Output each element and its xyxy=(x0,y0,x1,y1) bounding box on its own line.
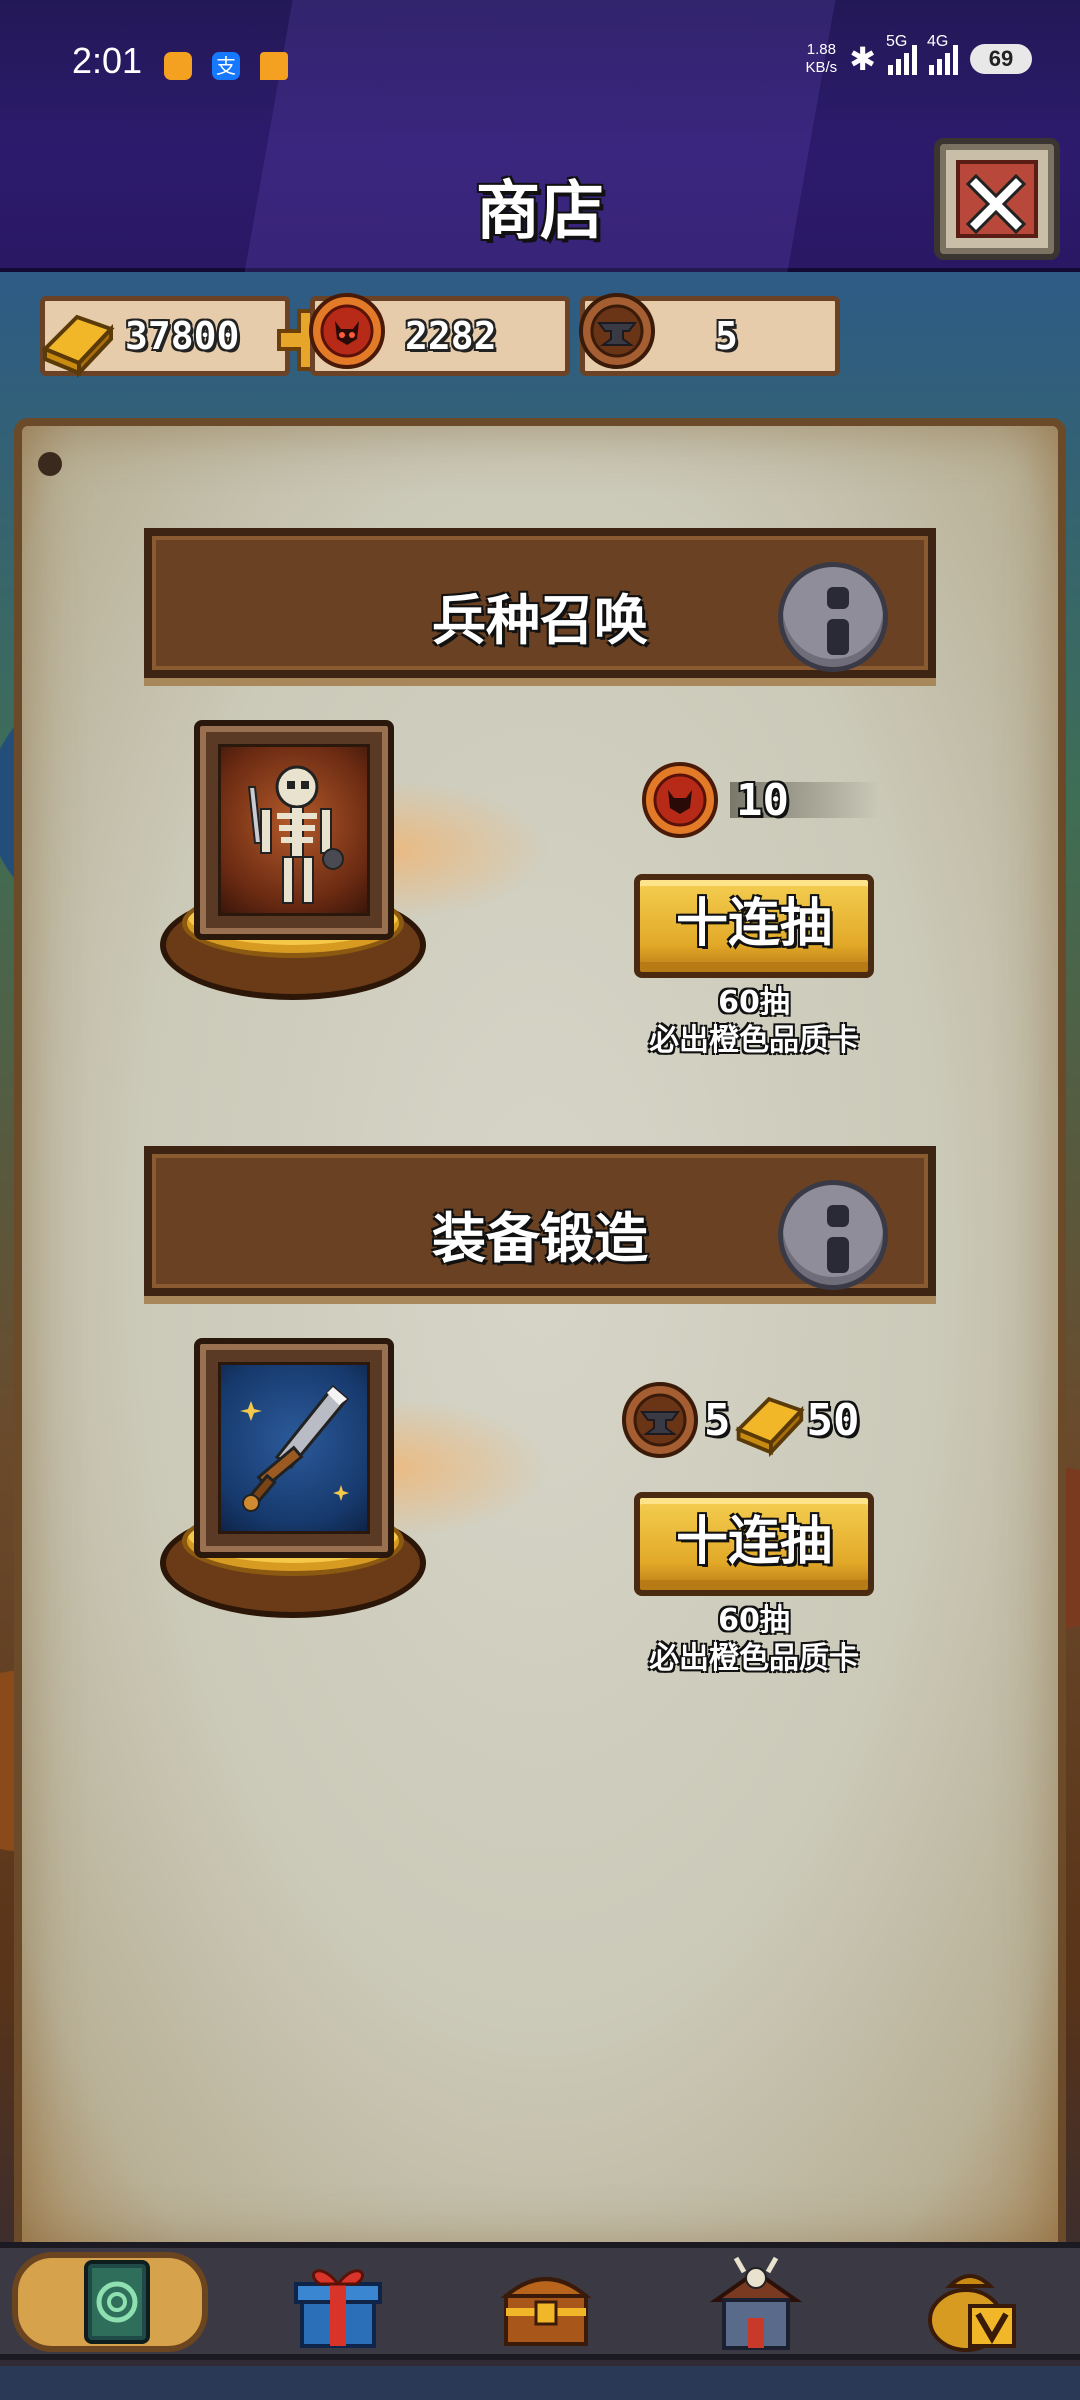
anvil-cost-value: 5 xyxy=(704,1394,731,1446)
signal-4g-icon: 4G xyxy=(927,33,958,75)
signal-5g-icon: 5G xyxy=(886,33,917,75)
nav-item-barracks[interactable] xyxy=(666,2240,826,2364)
section-header-equipment-forge: 装备锻造 xyxy=(144,1146,936,1296)
gold-bar-icon xyxy=(41,314,115,379)
gift-icon xyxy=(294,2269,382,2348)
vip-bag-icon xyxy=(928,2274,1016,2352)
anvil-amount: 5 xyxy=(715,314,738,358)
info-icon[interactable] xyxy=(778,1180,888,1290)
nav-item-gifts[interactable] xyxy=(250,2240,410,2364)
sword-card xyxy=(194,1338,394,1558)
close-button[interactable] xyxy=(934,138,1060,260)
close-icon xyxy=(965,173,1027,235)
notification-app-icon xyxy=(164,52,192,80)
token-currency: 2282 xyxy=(309,293,570,376)
info-icon[interactable] xyxy=(778,562,888,672)
anvil-coin-icon xyxy=(622,1382,698,1458)
gold-bar-icon xyxy=(734,1396,805,1458)
ten-draw-button-equipment[interactable]: 十连抽 xyxy=(634,1492,874,1596)
skeleton-icon xyxy=(247,765,344,904)
message-icon xyxy=(260,52,288,80)
alipay-icon: 支 xyxy=(212,52,240,80)
battery-indicator: 69 xyxy=(970,44,1032,74)
guarantee-text-unit: 60抽 必出橙色品质卡 xyxy=(649,985,859,1058)
card-deck-icon xyxy=(84,2260,150,2344)
page-title: 商店 xyxy=(476,175,604,249)
equipment-forge-cost: 5 50 xyxy=(620,1380,920,1460)
unit-summon-cost: 10 xyxy=(640,760,900,840)
section-header-unit-summon: 兵种召唤 xyxy=(144,528,936,678)
top-bar: 2:01 支 1.88 KB/s ✱ 5G 4G 69 商店 xyxy=(0,0,1080,272)
nav-item-cards[interactable] xyxy=(6,2240,208,2364)
nav-item-chest[interactable] xyxy=(456,2240,616,2364)
demon-coin-icon xyxy=(309,293,385,369)
token-amount: 2282 xyxy=(405,314,497,358)
gold-cost-value: 50 xyxy=(806,1394,860,1446)
unit-summon-pedestal xyxy=(160,720,550,1020)
status-time: 2:01 xyxy=(72,40,143,81)
treasure-chest-icon xyxy=(500,2277,592,2346)
anvil-currency: 5 xyxy=(579,293,840,376)
bottom-strip xyxy=(0,2366,1080,2400)
ten-draw-button-unit[interactable]: 十连抽 xyxy=(634,874,874,978)
equipment-forge-pedestal xyxy=(160,1338,550,1638)
status-indicators: 1.88 KB/s ✱ 5G 4G 69 xyxy=(805,33,1032,78)
nav-item-vip[interactable] xyxy=(880,2240,1040,2364)
barracks-icon xyxy=(709,2256,803,2350)
anvil-coin-icon xyxy=(579,293,655,369)
gold-amount: 37800 xyxy=(125,314,240,358)
sword-icon xyxy=(240,1384,350,1512)
panel-pin xyxy=(38,452,62,476)
demon-coin-icon xyxy=(642,762,718,838)
status-app-icons: 支 xyxy=(164,52,288,80)
bluetooth-icon: ✱ xyxy=(849,41,876,77)
net-speed: 1.88 KB/s xyxy=(805,41,838,76)
gold-currency: 37800 xyxy=(40,296,339,379)
cost-value: 10 xyxy=(736,774,789,826)
guarantee-text-equipment: 60抽 必出橙色品质卡 xyxy=(649,1603,859,1676)
skeleton-card xyxy=(194,720,394,940)
